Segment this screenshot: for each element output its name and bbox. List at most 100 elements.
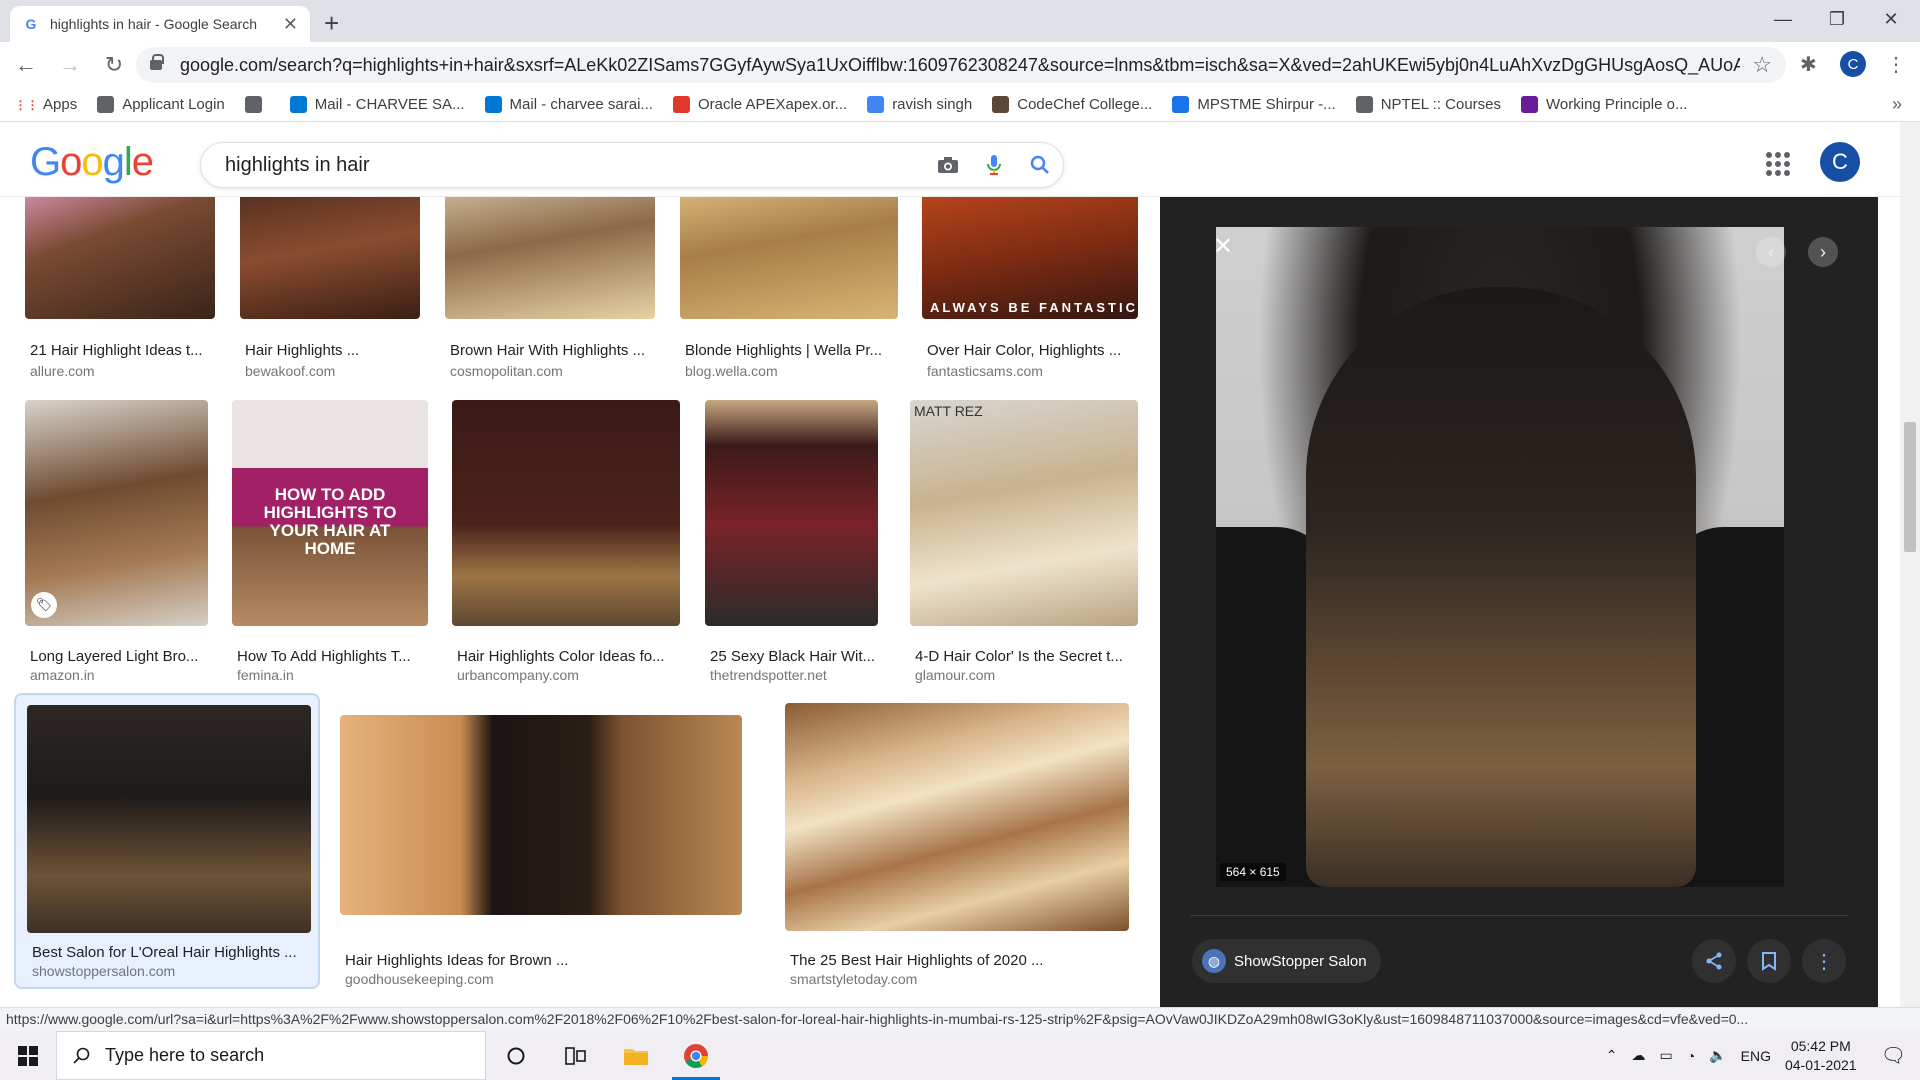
bookmark-star-icon[interactable]: ☆ — [1752, 52, 1772, 78]
result-thumbnail[interactable] — [25, 400, 208, 626]
source-site-chip[interactable]: ◍ ShowStopper Salon — [1192, 939, 1381, 983]
taskbar-clock[interactable]: 05:42 PM 04-01-2021 — [1785, 1037, 1857, 1075]
back-button[interactable]: ← — [8, 47, 44, 83]
result-thumbnail[interactable] — [785, 703, 1129, 931]
volume-icon[interactable]: 🔈 — [1709, 1047, 1726, 1064]
result-title[interactable]: How To Add Highlights T... — [237, 648, 433, 665]
image-result-card[interactable]: Blonde Highlights | Wella Pr... blog.well… — [680, 197, 898, 385]
battery-icon[interactable]: ▭ — [1660, 1047, 1673, 1064]
result-thumbnail[interactable] — [27, 705, 311, 933]
image-result-card[interactable]: HOW TO ADD HIGHLIGHTS TO YOUR HAIR AT HO… — [232, 400, 428, 689]
share-icon[interactable] — [1692, 939, 1736, 983]
image-result-card[interactable]: Best Salon for L'Oreal Hair Highlights .… — [14, 693, 320, 989]
page-scrollbar[interactable] — [1900, 122, 1920, 1007]
result-title[interactable]: Hair Highlights ... — [245, 342, 425, 359]
result-title[interactable]: 4-D Hair Color' Is the Secret t... — [915, 648, 1143, 665]
result-source: thetrendspotter.net — [710, 667, 827, 683]
bookmark-item[interactable]: ravish singh — [867, 96, 972, 113]
result-title[interactable]: Over Hair Color, Highlights ... — [927, 342, 1143, 359]
result-thumbnail[interactable] — [452, 400, 680, 626]
address-bar[interactable]: google.com/search?q=highlights+in+hair&s… — [136, 47, 1786, 83]
save-bookmark-icon[interactable] — [1747, 939, 1791, 983]
result-thumbnail[interactable] — [340, 715, 742, 915]
file-explorer-icon[interactable] — [606, 1031, 666, 1080]
bookmark-item[interactable]: Oracle APEXapex.or... — [672, 96, 847, 113]
restore-button[interactable]: ❐ — [1810, 0, 1864, 38]
bookmark-item[interactable] — [244, 96, 270, 113]
result-title[interactable]: Best Salon for L'Oreal Hair Highlights .… — [32, 944, 316, 961]
google-logo[interactable]: Google — [30, 140, 154, 185]
cortana-icon[interactable] — [486, 1031, 546, 1080]
preview-image[interactable] — [1216, 227, 1784, 887]
bookmark-item[interactable]: Applicant Login — [97, 96, 225, 113]
chrome-taskbar-icon[interactable] — [666, 1031, 726, 1080]
image-result-card[interactable]: Hair Highlights Color Ideas fo... urbanco… — [452, 400, 680, 689]
image-result-card[interactable]: The 25 Best Hair Highlights of 2020 ... s… — [785, 703, 1129, 993]
account-avatar[interactable]: C — [1820, 142, 1860, 182]
image-result-card[interactable]: Brown Hair With Highlights ... cosmopolit… — [445, 197, 655, 385]
search-icon[interactable] — [1017, 155, 1063, 175]
result-title[interactable]: Brown Hair With Highlights ... — [450, 342, 660, 359]
search-query[interactable]: highlights in hair — [225, 154, 925, 177]
image-result-card[interactable]: Long Layered Light Bro... amazon.in — [25, 400, 208, 689]
result-thumbnail[interactable] — [705, 400, 878, 626]
reload-button[interactable]: ↻ — [96, 47, 132, 83]
more-bookmarks-icon[interactable]: » — [1892, 94, 1902, 115]
result-thumbnail[interactable]: MATT REZ — [910, 400, 1138, 626]
image-result-card[interactable]: 21 Hair Highlight Ideas t... allure.com — [25, 197, 215, 385]
image-result-card[interactable]: MATT REZ 4-D Hair Color' Is the Secret t.… — [910, 400, 1138, 689]
result-title[interactable]: 25 Sexy Black Hair Wit... — [710, 648, 883, 665]
minimize-button[interactable]: — — [1756, 0, 1810, 38]
show-hidden-icons-icon[interactable]: ⌃ — [1606, 1047, 1618, 1064]
result-thumbnail[interactable] — [240, 197, 420, 319]
result-title[interactable]: The 25 Best Hair Highlights of 2020 ... — [790, 952, 1134, 969]
bookmark-item[interactable]: Mail - charvee sarai... — [484, 96, 653, 113]
clock-time: 05:42 PM — [1790, 1037, 1851, 1054]
search-box[interactable]: highlights in hair — [200, 142, 1064, 188]
bookmark-item[interactable]: ⋮⋮ Apps — [15, 96, 78, 113]
browser-tab-active[interactable]: G highlights in hair - Google Search ✕ — [10, 6, 310, 42]
forward-button[interactable]: → — [52, 47, 88, 83]
previous-image-icon[interactable]: ‹ — [1756, 237, 1786, 267]
bookmark-item[interactable]: NPTEL :: Courses — [1355, 96, 1501, 113]
wifi-icon[interactable]: ◔ — [1687, 1048, 1695, 1064]
new-tab-button[interactable]: + — [324, 8, 339, 39]
result-thumbnail[interactable] — [25, 197, 215, 319]
result-title[interactable]: Hair Highlights Ideas for Brown ... — [345, 952, 747, 969]
address-url[interactable]: google.com/search?q=highlights+in+hair&s… — [180, 55, 1740, 76]
result-thumbnail[interactable] — [445, 197, 655, 319]
image-result-card[interactable]: ALWAYS BE FANTASTIC Over Hair Color, High… — [922, 197, 1138, 385]
extensions-icon[interactable]: ✱ — [1800, 52, 1817, 77]
close-preview-icon[interactable]: ✕ — [1208, 231, 1238, 261]
taskbar-search-box[interactable]: Type here to search — [56, 1031, 486, 1080]
result-title[interactable]: 21 Hair Highlight Ideas t... — [30, 342, 220, 359]
result-title[interactable]: Blonde Highlights | Wella Pr... — [685, 342, 903, 359]
window-close-button[interactable]: ✕ — [1864, 0, 1918, 38]
next-image-icon[interactable]: › — [1808, 237, 1838, 267]
windows-start-icon[interactable] — [0, 1031, 56, 1080]
bookmark-item[interactable]: Mail - CHARVEE SA... — [289, 96, 465, 113]
result-title[interactable]: Hair Highlights Color Ideas fo... — [457, 648, 685, 665]
voice-search-icon[interactable] — [971, 154, 1017, 176]
bookmark-item[interactable]: CodeChef College... — [992, 96, 1152, 113]
image-result-card[interactable]: Hair Highlights Ideas for Brown ... goodh… — [340, 715, 742, 993]
image-result-card[interactable]: Hair Highlights ... bewakoof.com — [240, 197, 420, 385]
bookmark-item[interactable]: Working Principle o... — [1521, 96, 1687, 113]
image-result-card[interactable]: 25 Sexy Black Hair Wit... thetrendspotter… — [705, 400, 878, 689]
tab-close-icon[interactable]: ✕ — [283, 14, 298, 35]
result-thumbnail[interactable]: HOW TO ADD HIGHLIGHTS TO YOUR HAIR AT HO… — [232, 400, 428, 626]
scrollbar-thumb[interactable] — [1904, 422, 1916, 552]
result-thumbnail[interactable]: ALWAYS BE FANTASTIC — [922, 197, 1138, 319]
onedrive-icon[interactable]: ☁ — [1632, 1047, 1646, 1064]
task-view-icon[interactable] — [546, 1031, 606, 1080]
more-options-icon[interactable]: ⋮ — [1802, 939, 1846, 983]
bookmark-item[interactable]: MPSTME Shirpur -... — [1172, 96, 1336, 113]
result-thumbnail[interactable] — [680, 197, 898, 319]
language-indicator[interactable]: ENG — [1741, 1048, 1771, 1064]
notifications-icon[interactable]: 🗨 — [1881, 1043, 1906, 1068]
browser-profile-avatar[interactable]: C — [1840, 51, 1866, 77]
camera-search-icon[interactable] — [925, 156, 971, 174]
browser-menu-icon[interactable]: ⋮ — [1886, 52, 1906, 77]
google-apps-icon[interactable] — [1766, 152, 1790, 176]
result-title[interactable]: Long Layered Light Bro... — [30, 648, 213, 665]
